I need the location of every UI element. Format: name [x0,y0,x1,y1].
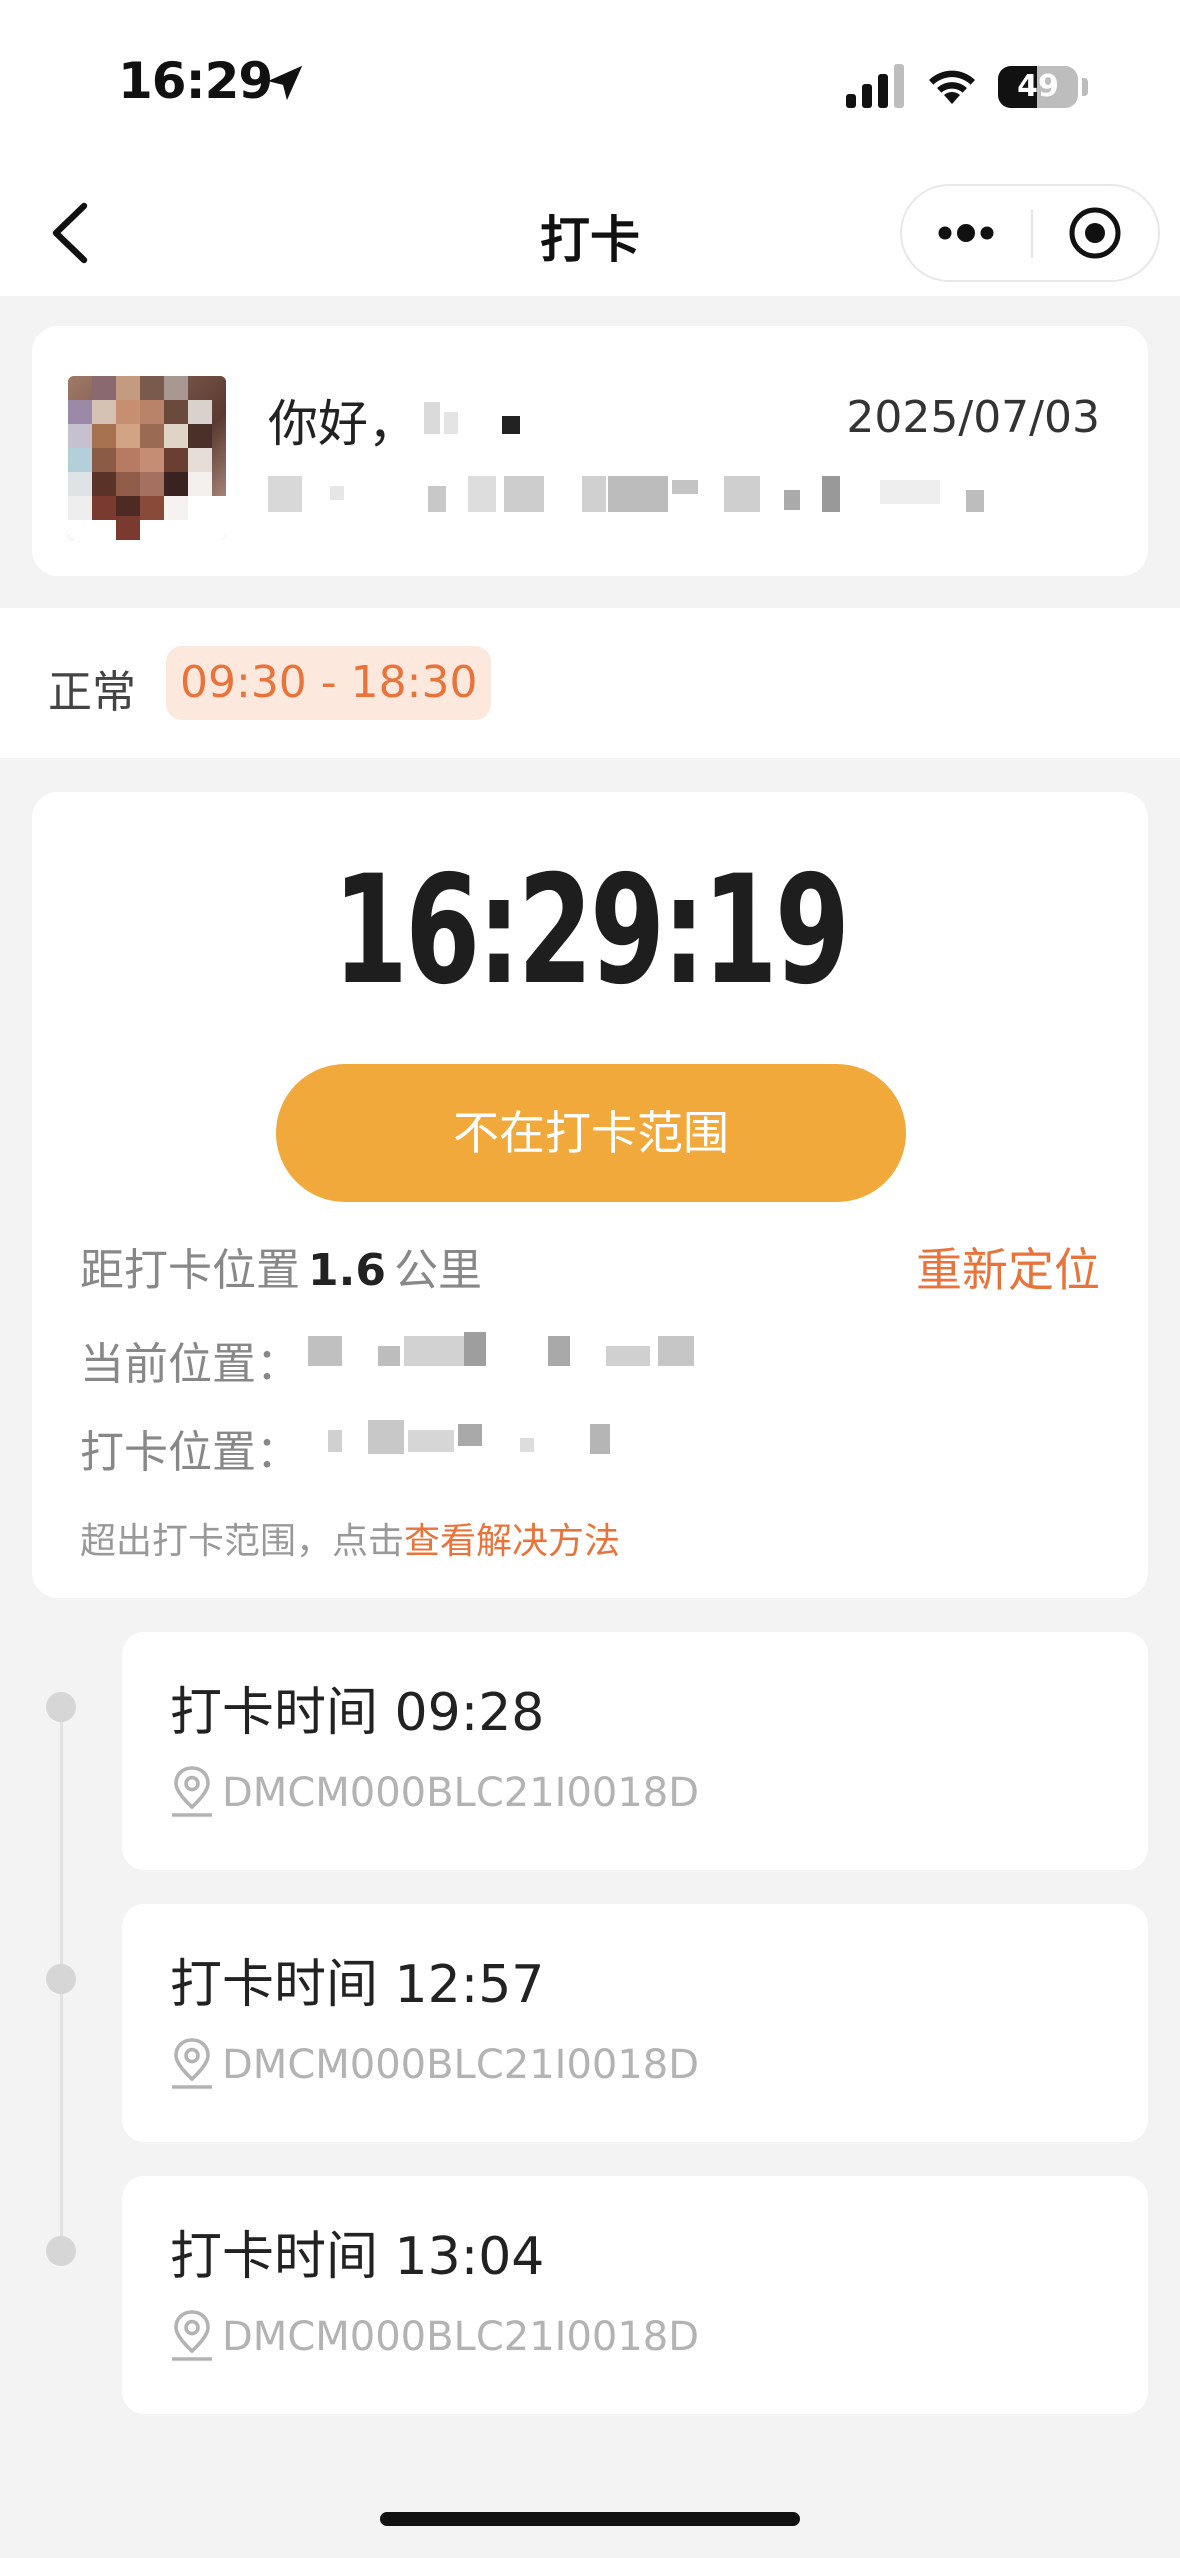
punch-location-label: 打卡位置： [80,1427,300,1478]
more-dots-icon [938,224,994,242]
cellular-signal-icon [846,64,904,108]
mini-program-capsule [900,184,1160,282]
distance-unit: 公里 [393,1245,482,1296]
more-button[interactable] [902,186,1031,280]
wifi-icon [929,70,975,104]
user-date: 2025/07/03 [846,392,1100,443]
avatar [68,376,226,540]
distance-row: 距打卡位置 1.6 公里 [80,1234,482,1298]
shift-hours-badge: 09:30 - 18:30 [166,646,492,720]
hint-text: 超出打卡范围，点击 [80,1521,405,1562]
schedule-row: 正常 09:30 - 18:30 [0,608,1180,758]
status-bar: 16:29 49 [0,0,1180,170]
nav-bar: 打卡 [0,170,1180,296]
department-redacted [268,476,1028,512]
location-pin-icon [172,1766,212,1817]
punch-record-time: 打卡时间 12:57 [170,1955,545,2015]
battery-cap [1082,78,1088,96]
battery-icon: 49 [998,66,1078,108]
shift-type-label: 正常 [48,667,136,718]
punch-record-time: 打卡时间 09:28 [170,1683,545,1743]
timeline-dot [46,1964,76,1994]
status-time: 16:29 [118,52,273,110]
clock-in-card: 16:29:19 不在打卡范围 距打卡位置 1.6 公里 重新定位 当前位置： 打卡… [32,792,1148,1598]
user-info-card: 你好， 2025/07/03 [32,326,1148,576]
timeline-dot [46,2236,76,2266]
timeline-dot [46,1692,76,1722]
close-mini-program-button[interactable] [1033,186,1158,280]
location-pin-icon [172,2310,212,2361]
punch-record-device: DMCM000BLC21I0018D [222,1770,700,1816]
punch-record-card: 打卡时间 12:57 DMCM000BLC21I0018D [122,1904,1148,2142]
location-pin-icon [172,2038,212,2089]
punch-record-device: DMCM000BLC21I0018D [222,2042,700,2088]
current-location-label: 当前位置： [80,1339,300,1390]
relocate-link[interactable]: 重新定位 [916,1234,1100,1300]
punch-record-time: 打卡时间 13:04 [170,2227,545,2287]
greeting-text: 你好， [268,395,418,453]
home-indicator [380,2512,800,2526]
distance-value: 1.6 [308,1245,386,1296]
location-arrow-icon [267,65,303,101]
out-of-range-hint: 超出打卡范围，点击查看解决方法 [80,1512,620,1564]
clock-in-button[interactable]: 不在打卡范围 [276,1064,906,1202]
user-name-redacted [424,402,564,438]
battery-percentage: 49 [1017,69,1059,104]
current-time: 16:29:19 [332,844,850,1018]
view-solution-link[interactable]: 查看解决方法 [404,1521,620,1562]
punch-record-card: 打卡时间 09:28 DMCM000BLC21I0018D [122,1632,1148,1870]
current-location-redacted [308,1332,728,1372]
punch-location-redacted [328,1420,648,1460]
punch-record-card: 打卡时间 13:04 DMCM000BLC21I0018D [122,2176,1148,2414]
punch-record-device: DMCM000BLC21I0018D [222,2314,700,2360]
target-close-icon [1069,207,1121,259]
distance-prefix: 距打卡位置 [80,1245,300,1296]
